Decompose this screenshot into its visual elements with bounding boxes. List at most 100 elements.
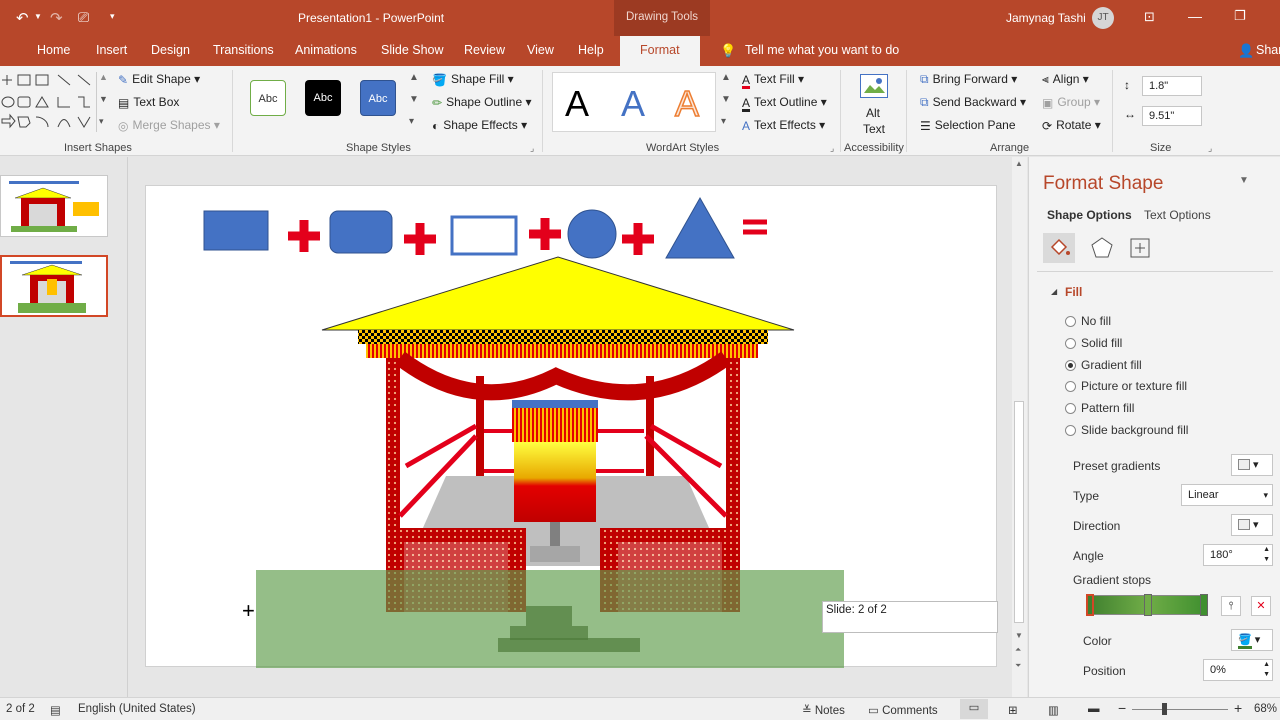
equation-row[interactable] (203, 196, 767, 259)
scroll-thumb[interactable] (1014, 401, 1024, 623)
scroll-down-icon[interactable]: ▼ (1015, 631, 1023, 640)
avatar[interactable]: JT (1092, 7, 1114, 29)
temple-illustration[interactable] (321, 256, 795, 612)
effects-icon[interactable] (1087, 233, 1117, 263)
radio-pattern-fill[interactable]: Pattern fill (1065, 401, 1134, 415)
zoom-slider-thumb[interactable] (1162, 703, 1167, 715)
notes-button[interactable]: ≚ Notes (802, 703, 845, 717)
text-fill-button[interactable]: A Text Fill ▾ (742, 72, 804, 87)
wordart-style-black[interactable]: A (565, 83, 589, 125)
dialog-launcher-icon[interactable]: ⌟ (1208, 143, 1212, 154)
align-button[interactable]: ⫷ Align ▾ (1042, 72, 1089, 87)
radio-picture-fill[interactable]: Picture or texture fill (1065, 379, 1187, 393)
slide-thumbnail-1[interactable] (0, 175, 108, 237)
dialog-launcher-icon[interactable]: ⌟ (830, 143, 834, 154)
tab-shape-options[interactable]: Shape Options (1047, 208, 1132, 222)
text-outline-button[interactable]: A Text Outline ▾ (742, 95, 827, 110)
selection-pane-button[interactable]: ☰ Selection Pane (920, 118, 1016, 133)
radio-no-fill[interactable]: No fill (1065, 314, 1111, 328)
merge-shapes-button[interactable]: ◎ Merge Shapes ▾ (118, 118, 220, 133)
shapes-gallery-scroll[interactable]: ▲ ▼ ▾ (96, 72, 110, 132)
shape-height-input[interactable]: 1.8" (1142, 76, 1202, 96)
gradient-stop-2[interactable] (1144, 594, 1152, 616)
shape-styles-scroll[interactable]: ▲ ▼ ▾ (406, 72, 424, 132)
zoom-slider[interactable] (1132, 703, 1228, 715)
radio-gradient-fill[interactable]: Gradient fill (1065, 358, 1142, 372)
zoom-level[interactable]: 68% (1254, 703, 1277, 715)
tab-review[interactable]: Review (464, 36, 505, 66)
tab-transitions[interactable]: Transitions (213, 36, 274, 66)
edit-shape-button[interactable]: ✎ Edit Shape ▾ (118, 72, 200, 87)
add-gradient-stop-icon[interactable]: ⫯ (1221, 596, 1241, 616)
wordart-style-blue[interactable]: A (621, 83, 645, 125)
slide-scrollbar[interactable]: ▲ ▼ ⏶ ⏷ (1012, 157, 1027, 697)
text-effects-button[interactable]: A Text Effects ▾ (742, 118, 825, 133)
redo-icon[interactable]: ↷ (50, 9, 63, 27)
slide-show-icon[interactable]: ▬ (1088, 703, 1100, 715)
minimize-icon[interactable]: — (1188, 8, 1202, 24)
shape-style-outline[interactable]: Abc (250, 80, 286, 116)
restore-icon[interactable]: ❐ (1234, 8, 1246, 24)
dialog-launcher-icon[interactable]: ⌟ (530, 143, 534, 154)
bring-forward-button[interactable]: ⧉ Bring Forward ▾ (920, 72, 1017, 87)
tab-home[interactable]: Home (37, 36, 70, 66)
tab-view[interactable]: View (527, 36, 554, 66)
next-slide-icon[interactable]: ⏷ (1015, 661, 1021, 671)
tab-help[interactable]: Help (578, 36, 604, 66)
pane-options-icon[interactable]: ▼ (1239, 175, 1249, 186)
share-button[interactable]: Share (1256, 36, 1280, 66)
fill-section-header[interactable]: Fill (1065, 285, 1082, 299)
scroll-up-icon[interactable]: ▲ (1015, 159, 1023, 168)
comments-button[interactable]: ▭ Comments (868, 703, 938, 717)
radio-solid-fill[interactable]: Solid fill (1065, 336, 1122, 350)
tab-text-options[interactable]: Text Options (1144, 208, 1211, 222)
share-icon[interactable]: 👤 (1238, 43, 1254, 59)
wordart-gallery[interactable]: A A A (552, 72, 716, 132)
shape-style-black[interactable]: Abc (305, 80, 341, 116)
shape-width-input[interactable]: 9.51" (1142, 106, 1202, 126)
color-picker-button[interactable]: 🪣 ▾ (1231, 629, 1273, 651)
zoom-in-icon[interactable]: + (1234, 700, 1242, 716)
position-input[interactable]: 0% ▲ ▼ (1203, 659, 1273, 681)
collapse-fill-icon[interactable]: ◢ (1051, 287, 1057, 296)
shapes-gallery[interactable] (0, 72, 96, 134)
start-from-beginning-icon[interactable]: ⎚ (78, 9, 89, 26)
radio-slide-background-fill[interactable]: Slide background fill (1065, 423, 1188, 437)
fill-line-icon[interactable] (1043, 233, 1075, 263)
slide-canvas[interactable]: + (145, 185, 997, 686)
slide-thumbnail-2[interactable] (0, 255, 108, 317)
preset-gradients-dropdown[interactable]: ▾ (1231, 454, 1273, 476)
angle-input[interactable]: 180° ▲ ▼ (1203, 544, 1273, 566)
text-box-button[interactable]: ▤ Text Box (118, 95, 179, 110)
reading-view-icon[interactable]: ▥ (1048, 703, 1059, 717)
tab-animations[interactable]: Animations (295, 36, 357, 66)
shape-outline-button[interactable]: ✏ Shape Outline ▾ (432, 95, 531, 110)
undo-icon[interactable]: ↶ (16, 9, 29, 27)
wordart-style-orange[interactable]: A (674, 82, 700, 125)
ribbon-display-options-icon[interactable]: ⊡ (1144, 9, 1155, 25)
user-name[interactable]: Jamynag Tashi (1006, 11, 1086, 25)
slide-sorter-icon[interactable]: ⊞ (1008, 703, 1018, 717)
gradient-stops-bar[interactable] (1086, 594, 1208, 616)
zoom-out-icon[interactable]: − (1118, 700, 1126, 716)
tab-design[interactable]: Design (151, 36, 190, 66)
spelling-check-icon[interactable]: ▤ (50, 703, 61, 717)
gradient-stop-3[interactable] (1200, 594, 1208, 616)
wordart-scroll[interactable]: ▲ ▼ ▾ (718, 72, 736, 132)
tab-slide-show[interactable]: Slide Show (381, 36, 444, 66)
remove-gradient-stop-icon[interactable]: ✕ (1251, 596, 1271, 616)
language-status[interactable]: English (United States) (78, 703, 196, 715)
shape-effects-button[interactable]: ◐ Shape Effects ▾ (432, 118, 527, 133)
gradient-stop-1[interactable] (1086, 594, 1094, 616)
tell-me-search[interactable]: Tell me what you want to do (745, 36, 899, 66)
tab-insert[interactable]: Insert (96, 36, 127, 66)
alt-text-button[interactable]: Alt Text (852, 70, 898, 138)
shape-fill-button[interactable]: 🪣 Shape Fill ▾ (432, 72, 514, 87)
customize-qat-icon[interactable]: ▾ (110, 11, 115, 22)
shape-style-blue[interactable]: Abc (360, 80, 396, 116)
direction-dropdown[interactable]: ▾ (1231, 514, 1273, 536)
send-backward-button[interactable]: ⧉ Send Backward ▾ (920, 95, 1026, 110)
rotate-button[interactable]: ⟳ Rotate ▾ (1042, 118, 1101, 133)
tab-format[interactable]: Format (620, 36, 700, 66)
group-button[interactable]: ▣ Group ▾ (1042, 95, 1100, 110)
